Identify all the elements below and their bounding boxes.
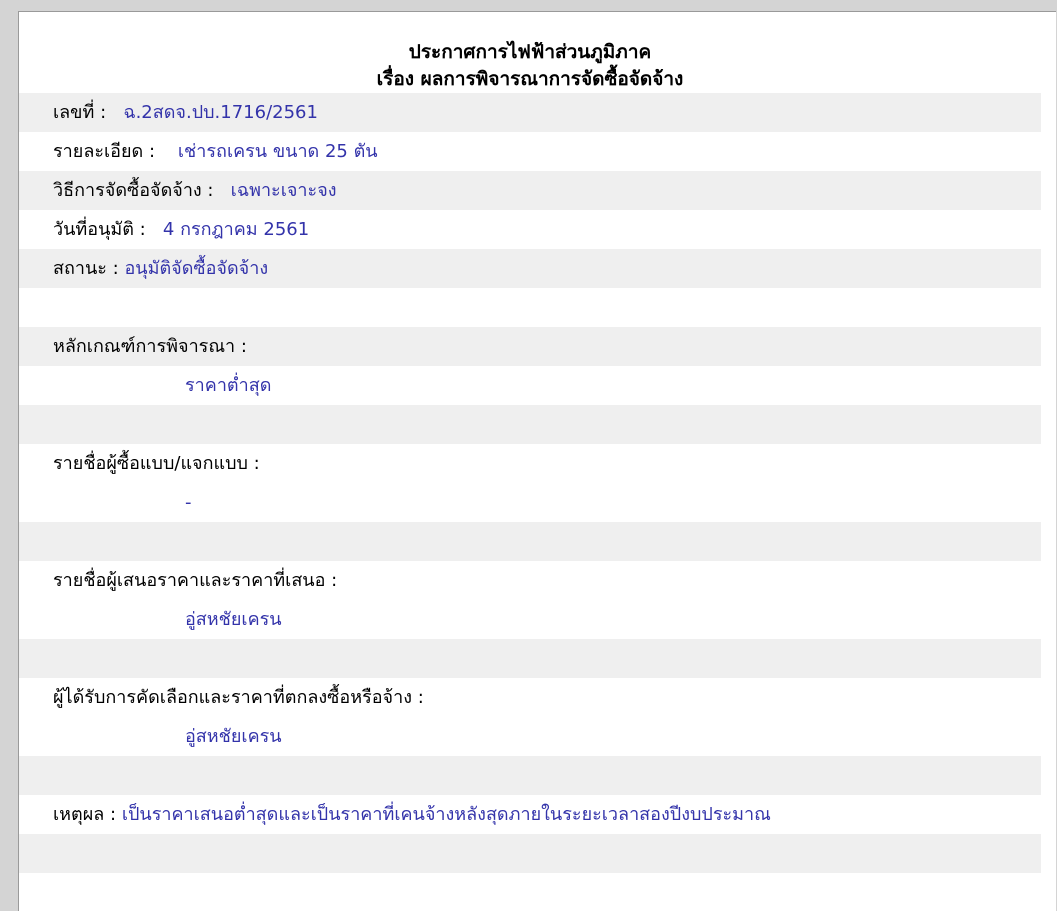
spacer-row (19, 405, 1041, 444)
detail-label: รายละเอียด : (53, 141, 156, 162)
buyers-label: รายชื่อผู้ซื้อแบบ/แจกแบบ : (53, 453, 260, 474)
spacer-row (19, 834, 1041, 873)
winner-label: ผู้ได้รับการคัดเลือกและราคาที่ตกลงซื้อหร… (53, 687, 424, 708)
bidders-value-row: อู่สหชัยเครน (19, 600, 1041, 639)
method-row: วิธีการจัดซื้อจัดจ้าง : เฉพาะเจาะจง (19, 171, 1041, 210)
bidders-label: รายชื่อผู้เสนอราคาและราคาที่เสนอ : (53, 570, 338, 591)
number-row: เลขที่ : ฉ.2สดจ.ปบ.1716/2561 (19, 93, 1041, 132)
document-frame: ประกาศการไฟฟ้าส่วนภูมิภาค เรื่อง ผลการพิ… (18, 11, 1056, 911)
status-label: สถานะ : (53, 258, 119, 279)
header-subject: เรื่อง ผลการพิจารณาการจัดซื้อจัดจ้าง (376, 68, 684, 90)
detail-value: เช่ารถเครน ขนาด 25 ตัน (177, 141, 378, 162)
criteria-value: ราคาต่ำสุด (185, 375, 272, 396)
approval-date-row: วันที่อนุมัติ : 4 กรกฎาคม 2561 (19, 210, 1041, 249)
number-value: ฉ.2สดจ.ปบ.1716/2561 (123, 102, 318, 123)
method-value: เฉพาะเจาะจง (230, 180, 337, 201)
reason-row: เหตุผล : เป็นราคาเสนอต่ำสุดและเป็นราคาที… (19, 795, 1041, 834)
buyers-label-row: รายชื่อผู้ซื้อแบบ/แจกแบบ : (19, 444, 1041, 483)
spacer-row (19, 639, 1041, 678)
winner-label-row: ผู้ได้รับการคัดเลือกและราคาที่ตกลงซื้อหร… (19, 678, 1041, 717)
announcement-header: ประกาศการไฟฟ้าส่วนภูมิภาค เรื่อง ผลการพิ… (19, 12, 1041, 93)
status-row: สถานะ : อนุมัติจัดซื้อจัดจ้าง (19, 249, 1041, 288)
buyers-value-row: - (19, 483, 1041, 522)
winner-value-row: อู่สหชัยเครน (19, 717, 1041, 756)
reason-label: เหตุผล : (53, 804, 117, 825)
approval-date-label: วันที่อนุมัติ : (53, 219, 146, 240)
winner-value: อู่สหชัยเครน (185, 726, 282, 747)
number-label: เลขที่ : (53, 102, 107, 123)
spacer-row (19, 522, 1041, 561)
criteria-label: หลักเกณฑ์การพิจารณา : (53, 336, 247, 357)
detail-row: รายละเอียด : เช่ารถเครน ขนาด 25 ตัน (19, 132, 1041, 171)
criteria-value-row: ราคาต่ำสุด (19, 366, 1041, 405)
announcement-content: ประกาศการไฟฟ้าส่วนภูมิภาค เรื่อง ผลการพิ… (19, 12, 1041, 873)
reason-value: เป็นราคาเสนอต่ำสุดและเป็นราคาที่เคนจ้างห… (121, 804, 771, 825)
spacer-row (19, 288, 1041, 327)
bidders-label-row: รายชื่อผู้เสนอราคาและราคาที่เสนอ : (19, 561, 1041, 600)
approval-date-value: 4 กรกฎาคม 2561 (162, 219, 310, 240)
header-title: ประกาศการไฟฟ้าส่วนภูมิภาค (408, 41, 652, 63)
method-label: วิธีการจัดซื้อจัดจ้าง : (53, 180, 214, 201)
criteria-label-row: หลักเกณฑ์การพิจารณา : (19, 327, 1041, 366)
bidders-value: อู่สหชัยเครน (185, 609, 282, 630)
buyers-value: - (185, 492, 192, 513)
status-value: อนุมัติจัดซื้อจัดจ้าง (124, 258, 269, 279)
spacer-row (19, 756, 1041, 795)
